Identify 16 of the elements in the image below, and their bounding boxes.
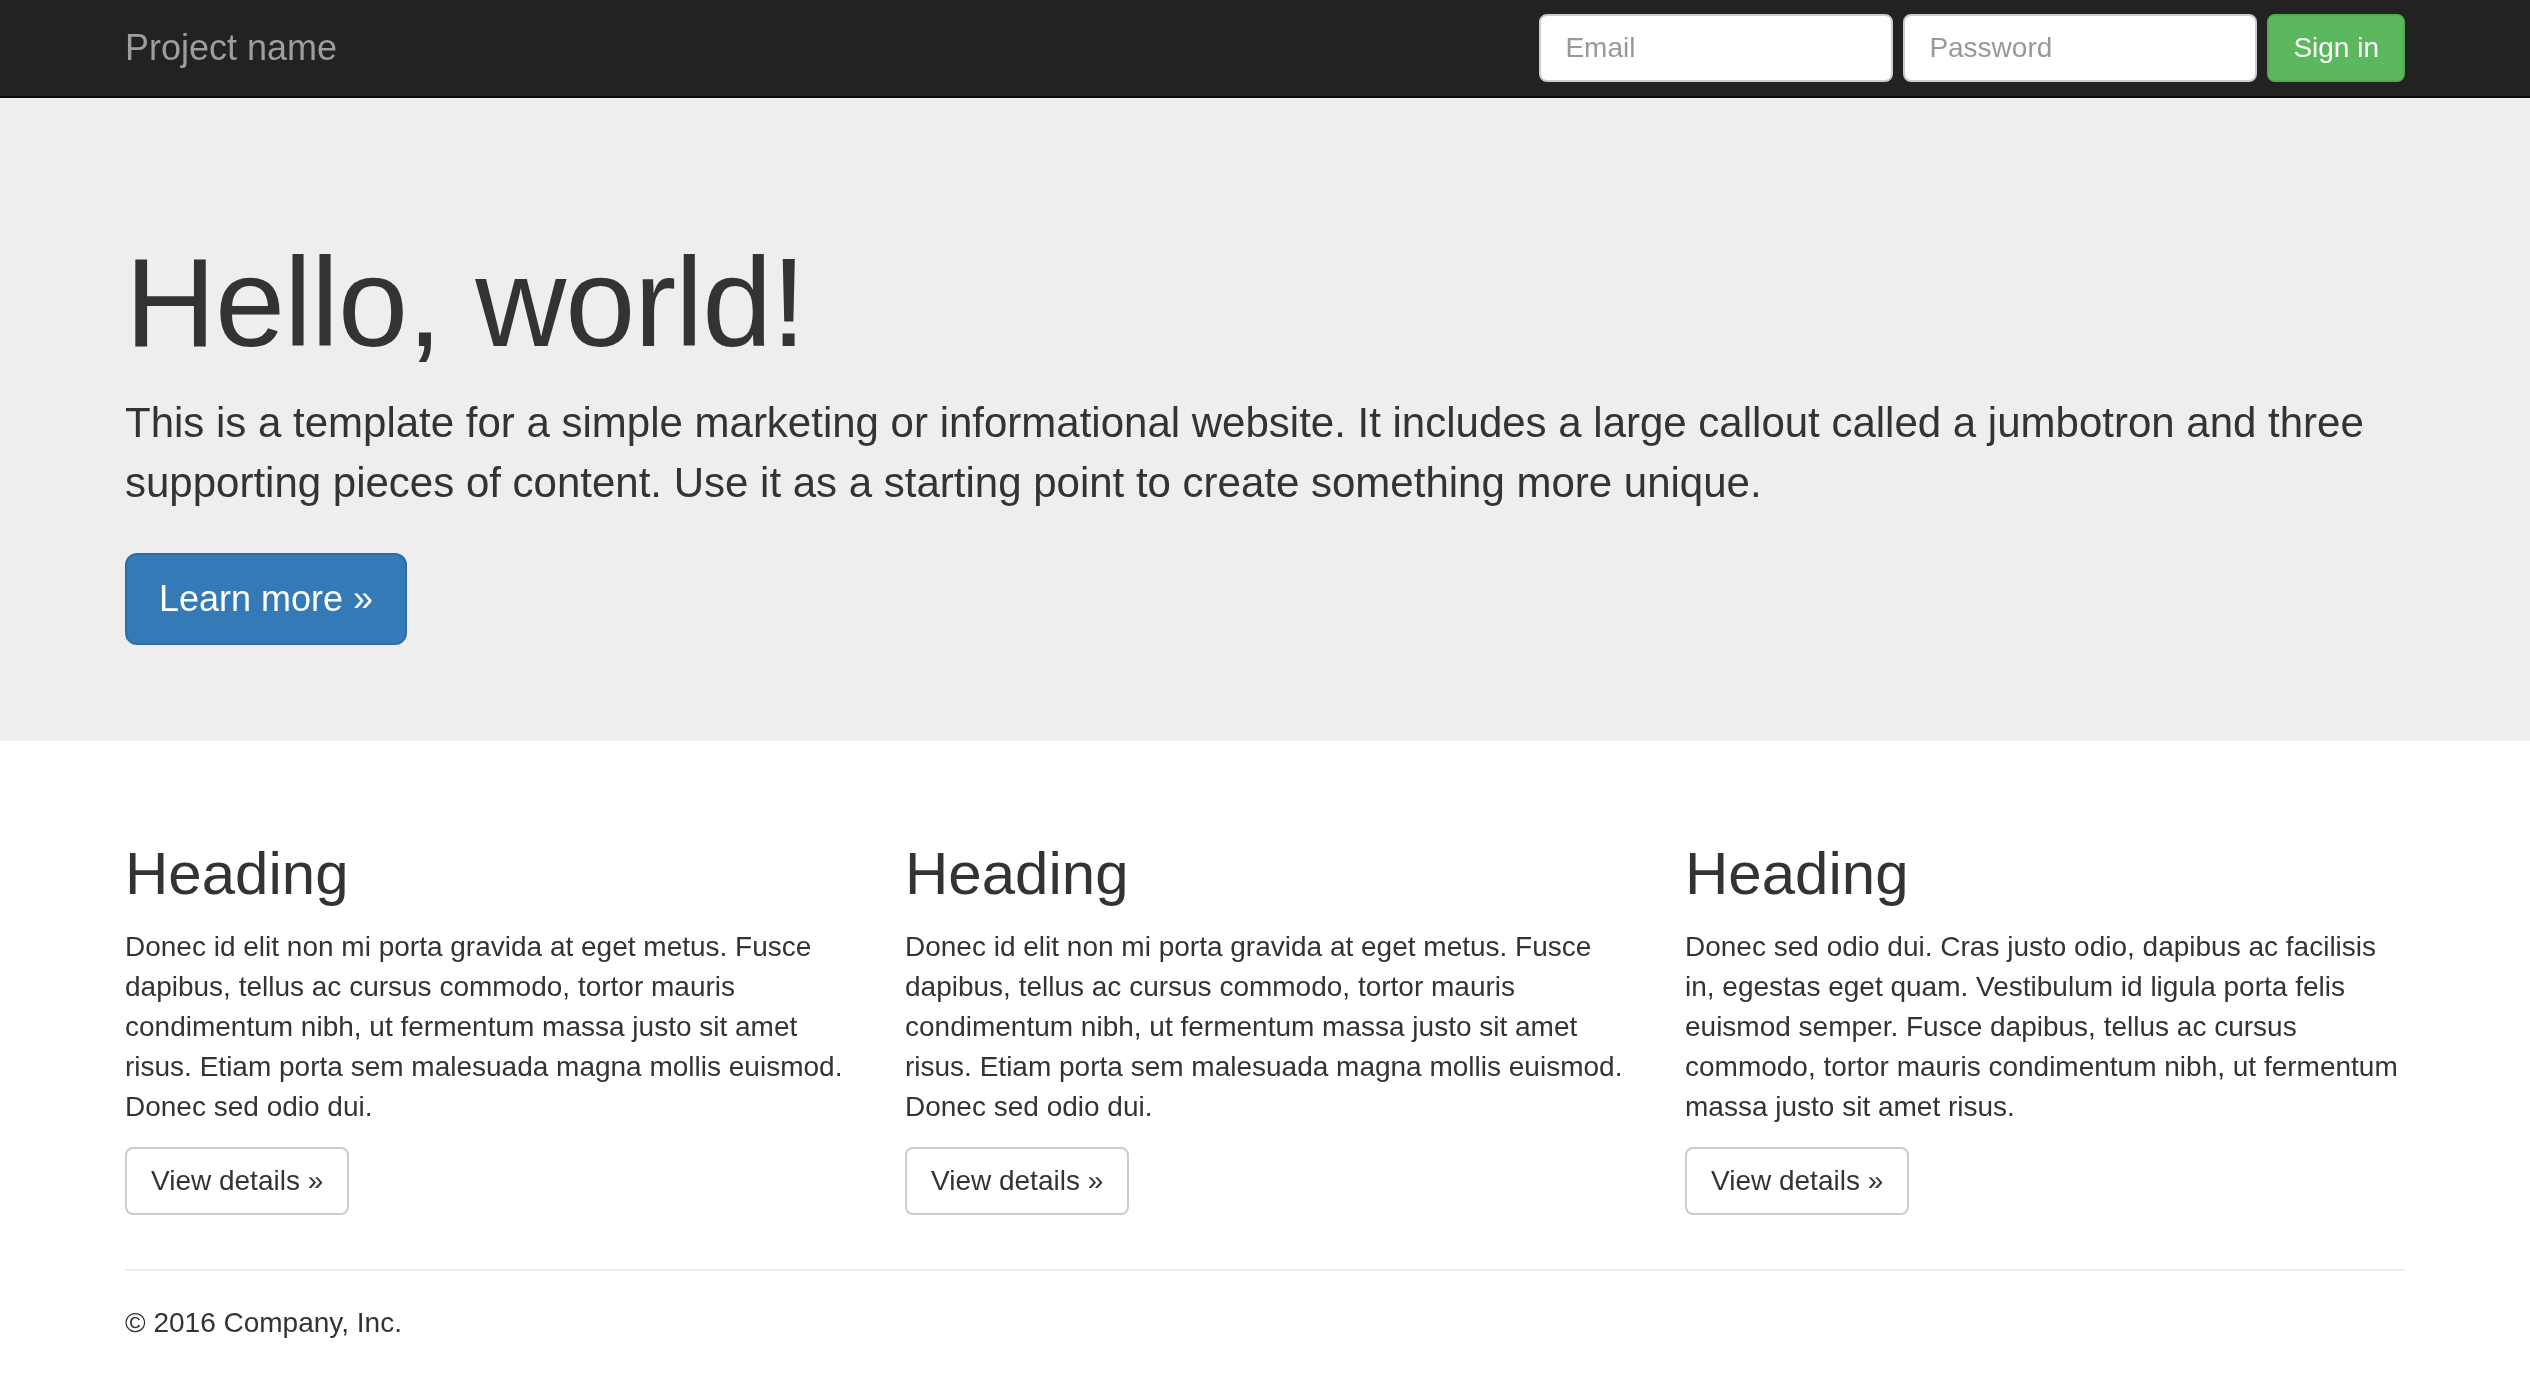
jumbotron-title: Hello, world!	[125, 234, 807, 373]
column-heading: Heading	[125, 840, 350, 907]
view-details-button[interactable]: View details »	[905, 1146, 1130, 1215]
password-field[interactable]: Password	[1903, 14, 2258, 82]
view-details-button[interactable]: View details »	[1685, 1146, 1910, 1215]
column-heading: Heading	[905, 840, 1130, 907]
lead-paragraph: This is a template for a simple marketing or informational website. It includes a large callout called a jumbotron and three supporting pieces of content. Use it as a starting point to create something more unique.	[125, 397, 2365, 508]
column-text: Donec id elit non mi porta gravida at eget metus. Fusce dapibus, tellus ac cursus commodo, tortor mauris condimentum nibh, ut fermentum massa justo sit amet risus. Etiam porta sem malesuada magna mollis euismod. Donec sed odio dui.	[125, 929, 844, 1124]
column-text: Donec sed odio dui. Cras justo odio, dapibus ac facilisis in, egestas eget quam. Vestibulum id ligula porta felis euismod semper. Fusce dapibus, tellus ac cursus commodo, tortor mauris condimentum nibh, ut fermentum massa justo sit amet risus.	[1685, 929, 2399, 1124]
learn-more-button[interactable]: Learn more »	[125, 552, 408, 645]
footer-text: © 2016 Company, Inc.	[125, 1305, 403, 1340]
email-field[interactable]: Email	[1539, 14, 1894, 82]
column-text: Donec id elit non mi porta gravida at eget metus. Fusce dapibus, tellus ac cursus commodo, tortor mauris condimentum nibh, ut fermentum massa justo sit amet risus. Etiam porta sem malesuada magna mollis euismod. Donec sed odio dui.	[905, 929, 1624, 1124]
brand-link[interactable]: Project name	[125, 28, 338, 68]
view-details-button[interactable]: View details »	[125, 1146, 350, 1215]
column-heading: Heading	[1685, 840, 1910, 907]
